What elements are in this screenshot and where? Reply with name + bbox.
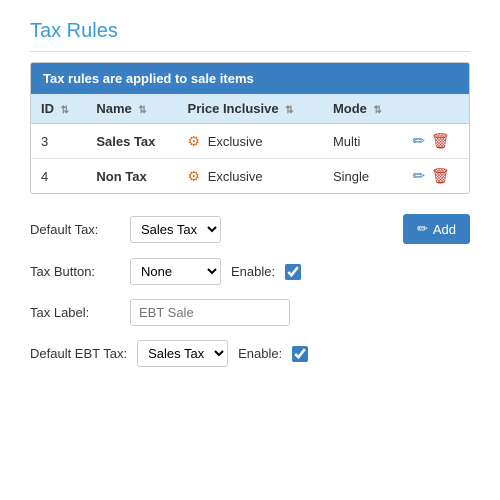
edit-button-2[interactable]: ✏ [413, 167, 426, 185]
col-price-inclusive: Price Inclusive ⇅ [178, 94, 323, 124]
cell-id-1: 3 [31, 124, 86, 159]
cell-actions-2: ✏ 🗑 [403, 159, 470, 194]
cell-mode-1: Multi [323, 124, 403, 159]
ebt-enable-label: Enable: [238, 346, 282, 361]
tax-button-row: Tax Button: None Sales Tax Enable: [30, 258, 470, 285]
sort-icon-id[interactable]: ⇅ [61, 105, 69, 116]
default-ebt-select[interactable]: Sales Tax None [137, 340, 228, 367]
table-header-bar: Tax rules are applied to sale items [31, 63, 469, 94]
cell-price-2: ⚙ Exclusive [178, 159, 323, 194]
default-tax-row: Default Tax: Sales Tax None ✏ Add [30, 214, 470, 244]
delete-button-2[interactable]: 🗑 [431, 167, 450, 185]
col-id: ID ⇅ [31, 94, 86, 124]
pencil-icon: ✏ [417, 221, 428, 237]
action-icons-1: ✏ 🗑 [413, 132, 460, 150]
default-ebt-tax-row: Default EBT Tax: Sales Tax None Enable: [30, 340, 470, 367]
edit-button-1[interactable]: ✏ [413, 132, 426, 150]
sort-icon-price[interactable]: ⇅ [285, 105, 293, 116]
cell-price-1: ⚙ Exclusive [178, 124, 323, 159]
page-title: Tax Rules [30, 20, 470, 52]
table-row: 3 Sales Tax ⚙ Exclusive Multi ✏ 🗑 [31, 124, 469, 159]
default-tax-select[interactable]: Sales Tax None [130, 216, 221, 243]
sort-icon-name[interactable]: ⇅ [138, 105, 146, 116]
action-icons-2: ✏ 🗑 [413, 167, 460, 185]
enable-label-1: Enable: [231, 264, 275, 279]
default-ebt-label: Default EBT Tax: [30, 346, 127, 361]
form-section: Default Tax: Sales Tax None ✏ Add Tax Bu… [30, 214, 470, 367]
col-mode: Mode ⇅ [323, 94, 403, 124]
tax-button-label: Tax Button: [30, 264, 120, 279]
tax-label-input[interactable] [130, 299, 290, 326]
cell-actions-1: ✏ 🗑 [403, 124, 470, 159]
tax-rules-table: ID ⇅ Name ⇅ Price Inclusive ⇅ Mode ⇅ [31, 94, 469, 193]
gear-icon-2: ⚙ [188, 168, 201, 184]
sort-icon-mode[interactable]: ⇅ [374, 105, 382, 116]
col-name: Name ⇅ [86, 94, 177, 124]
tax-label-label: Tax Label: [30, 305, 120, 320]
add-button[interactable]: ✏ Add [403, 214, 470, 244]
tax-label-row: Tax Label: [30, 299, 470, 326]
tax-button-select[interactable]: None Sales Tax [130, 258, 221, 285]
default-tax-label: Default Tax: [30, 222, 120, 237]
cell-mode-2: Single [323, 159, 403, 194]
ebt-enable-checkbox[interactable] [292, 346, 308, 362]
delete-button-1[interactable]: 🗑 [431, 132, 450, 150]
col-actions [403, 94, 470, 124]
gear-icon-1: ⚙ [188, 133, 201, 149]
cell-name-2: Non Tax [86, 159, 177, 194]
cell-name-1: Sales Tax [86, 124, 177, 159]
table-header-row: ID ⇅ Name ⇅ Price Inclusive ⇅ Mode ⇅ [31, 94, 469, 124]
cell-id-2: 4 [31, 159, 86, 194]
tax-rules-table-wrapper: Tax rules are applied to sale items ID ⇅… [30, 62, 470, 194]
table-row: 4 Non Tax ⚙ Exclusive Single ✏ 🗑 [31, 159, 469, 194]
enable-checkbox-1[interactable] [285, 264, 301, 280]
